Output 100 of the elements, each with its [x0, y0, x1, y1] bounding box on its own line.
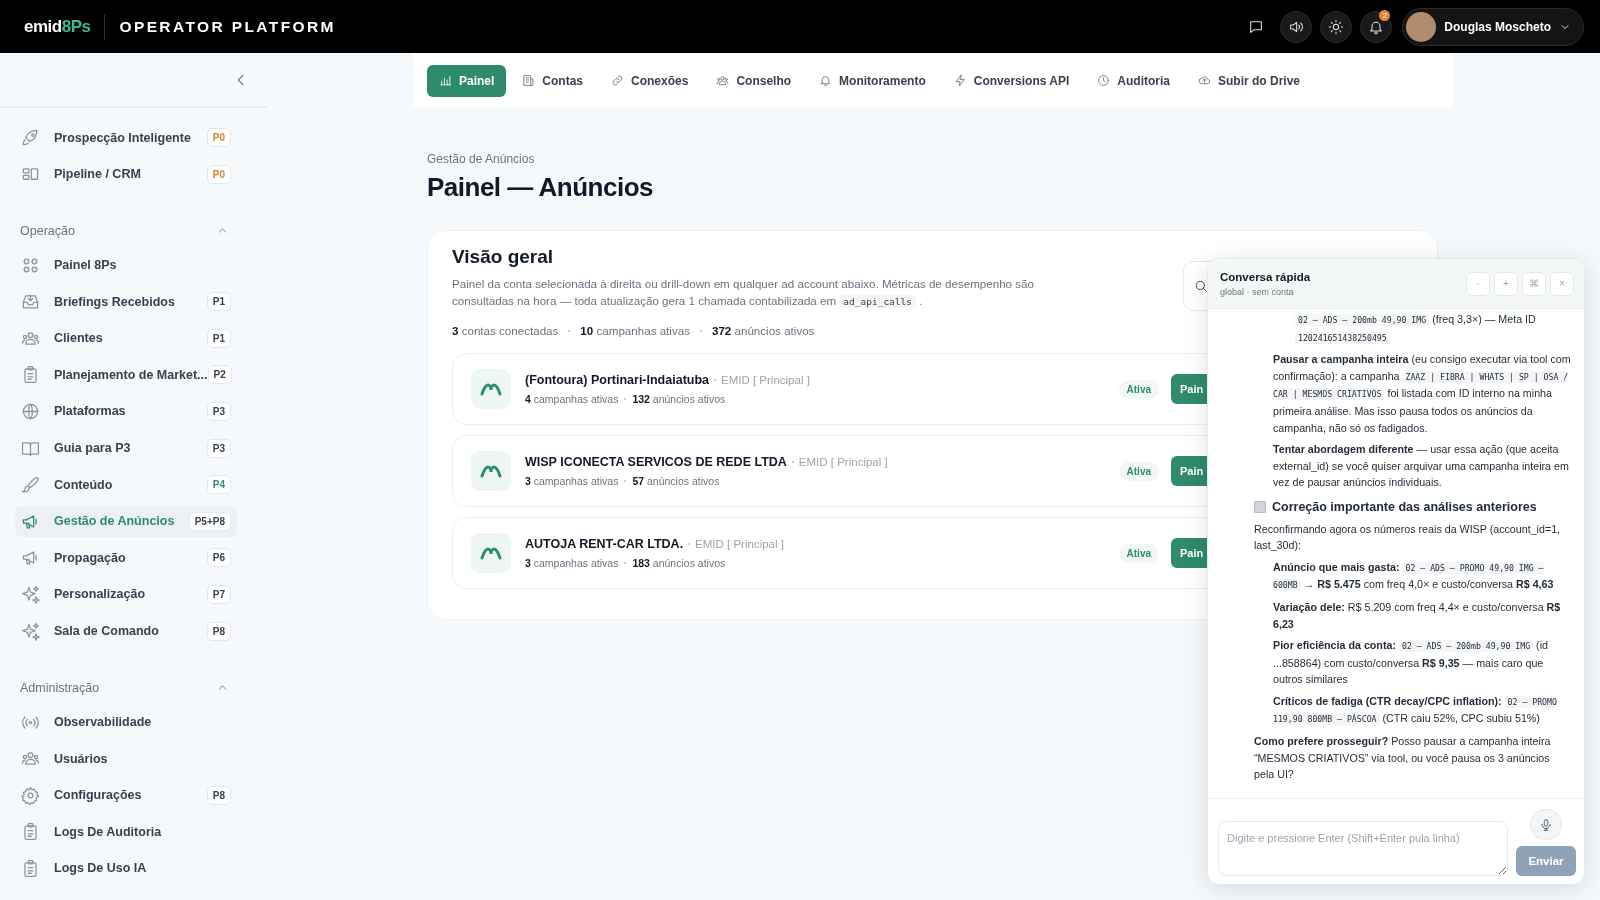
section-heading: Operação [20, 223, 75, 238]
sidebar-item[interactable]: Logs De Auditoria [15, 816, 237, 848]
account-tag: EMID [ Principal ] [695, 538, 784, 550]
link-icon [611, 74, 625, 87]
bolt-icon [953, 74, 967, 87]
campaign-count: 3 campanhas ativas [525, 475, 619, 487]
sidebar-item[interactable]: Personalização P7 [15, 578, 237, 610]
account-tag: EMID [ Principal ] [798, 456, 888, 468]
priority-badge: P3 [206, 401, 231, 421]
tab[interactable]: Conexões [599, 64, 701, 97]
tab[interactable]: Auditoria [1085, 64, 1182, 97]
priority-badge: P0 [206, 128, 231, 147]
sidebar-item[interactable]: Painel 8Ps [15, 249, 237, 281]
rocket-icon [21, 128, 40, 147]
sidebar-item[interactable]: Gestão de Anúncios P5+P8 [15, 505, 237, 537]
stat-text: 10 campanhas ativas [580, 324, 690, 337]
platform-title: OPERATOR PLATFORM [119, 17, 336, 36]
brand-logo: emid8Ps [24, 16, 91, 37]
page-title: Painel — Anúncios [427, 172, 655, 203]
message-text: Como prefere prosseguir? Posso pausar a campanha inteira “MESMOS CRIATIVOS” via tool, ou você pausa os 3 anúncios pela UI? [1254, 734, 1552, 783]
stat-text: 372 anúncios ativos [711, 324, 815, 337]
sparkles-icon [21, 621, 40, 641]
sidebar-item[interactable]: Conteúdo P4 [15, 469, 237, 501]
status-pill: Ativa [1118, 543, 1159, 563]
tab[interactable]: Painel [427, 64, 507, 97]
cloud-upload-icon [1198, 74, 1211, 87]
notebook-icon [1254, 501, 1266, 514]
status-pill: Ativa [1118, 379, 1159, 399]
tab[interactable]: Conselho [704, 64, 804, 97]
chat-title: Conversa rápida [1220, 270, 1312, 283]
arch-logo-icon [471, 533, 511, 573]
priority-badge: P5+P8 [188, 511, 231, 531]
sidebar-item[interactable]: Logs De Uso IA [15, 852, 237, 884]
theme-button[interactable] [1320, 10, 1353, 43]
avatar [1406, 11, 1437, 42]
campaign-count: 3 campanhas ativas [525, 557, 619, 569]
account-name: (Fontoura) Portinari-Indaiatuba [525, 373, 710, 387]
sidebar-item[interactable]: Pipeline / CRM P0 [15, 158, 237, 190]
account-name: AUTOJA RENT-CAR LTDA. [525, 537, 684, 551]
priority-badge: P3 [206, 438, 231, 458]
arch-logo-icon [471, 369, 511, 409]
breadcrumb: Gestão de Anúncios [427, 152, 536, 166]
sparkles-icon [21, 584, 40, 604]
priority-badge: P8 [206, 621, 231, 641]
sidebar-item[interactable]: Guia para P3 P3 [15, 432, 237, 464]
microphone-icon [1539, 817, 1553, 832]
sidebar-item[interactable]: Clientes P1 [15, 322, 237, 354]
clipboard-icon [21, 822, 40, 842]
sidebar-item[interactable]: Planejamento de Market... P2 [15, 359, 237, 391]
sidebar-item[interactable]: Usuários [15, 743, 237, 775]
sidebar-item[interactable]: Prospecção Inteligente P0 [15, 122, 237, 153]
chat-subtitle: global · sem conta [1220, 286, 1295, 297]
stat-text: 3 contas conectadas [452, 324, 559, 337]
sidebar-item[interactable]: Briefings Recebidos P1 [15, 286, 237, 318]
message-text: Pior eficiência da conta: 02 – ADS – 200mb 49,90 IMG (id ...858864) com custo/conversa R$ 9,35 — mais caro que outros similares [1272, 638, 1549, 688]
sidebar-item[interactable]: Sala de Comando P8 [15, 615, 237, 647]
sidebar-item[interactable]: Configurações P8 [15, 779, 237, 811]
ad-count: 132 anúncios ativos [632, 393, 726, 405]
priority-badge: P4 [206, 475, 231, 495]
search-icon [1194, 279, 1208, 293]
status-pill: Ativa [1118, 461, 1159, 481]
settings-icon [21, 785, 40, 805]
arch-logo-icon [471, 451, 511, 491]
message-text: 02 – ADS – 200mb 49,90 IMG (freq 3,3×) — Meta ID 120241651438250495 [1256, 311, 1572, 347]
sidebar-item[interactable]: Propagação P6 [15, 542, 237, 574]
microphone-button[interactable] [1530, 809, 1562, 841]
tab[interactable]: Subir do Drive [1186, 64, 1312, 97]
priority-badge: P1 [206, 292, 231, 312]
priority-badge: P2 [207, 365, 232, 385]
ad-count: 183 anúncios ativos [632, 557, 726, 569]
message-input[interactable]: Digite e pressione Enter (Shift+Enter pula linha) [1218, 821, 1508, 876]
priority-badge: P1 [206, 328, 231, 348]
notification-badge: 2 [1379, 9, 1391, 21]
brush-icon [21, 475, 40, 495]
ad-count: 57 anúncios ativos [632, 475, 720, 487]
clipboard-icon [21, 365, 40, 385]
sun-icon [1328, 18, 1345, 35]
message-text: Críticos de fadiga (CTR decay/CPC inflation): 02 – PROMO 119,90 800MB – PÁSCOA (CTR caiu 52%, CPC subiu 51%) [1272, 693, 1558, 728]
account-tag: EMID [ Principal ] [721, 374, 810, 386]
tab[interactable]: Conversions API [941, 64, 1082, 97]
message-text: Variação dele: R$ 5.209 com freq 4,4× e custo/conversa R$ 6,23 [1272, 599, 1562, 632]
bell-icon [819, 74, 833, 87]
priority-badge: P0 [206, 164, 231, 184]
sidebar-item[interactable]: Observabilidade [15, 706, 237, 738]
globe-icon [21, 401, 40, 421]
priority-badge: P7 [206, 584, 231, 604]
tab[interactable]: Monitoramento [807, 64, 938, 97]
tab[interactable]: Contas [510, 64, 596, 97]
section-heading: Administração [20, 680, 100, 695]
building-icon [522, 74, 536, 87]
sidebar-item[interactable]: Plataformas P3 [15, 395, 237, 427]
user-menu[interactable]: Douglas Moscheto [1402, 7, 1584, 46]
clipboard-icon [21, 858, 40, 878]
users-icon [716, 74, 730, 87]
campaign-count: 4 campanhas ativas [525, 393, 619, 405]
priority-badge: P8 [206, 785, 231, 805]
bar-chart-icon [439, 74, 452, 87]
card-description: Painel da conta selecionada à direita ou drill-down em qualquer ad account abaixo. Métricas de desempenho são consultadas na hora — toda atualização gera 1 chamada contabilizada em ad_api_calls . [452, 276, 1035, 310]
clock-icon [1097, 74, 1111, 87]
sound-button[interactable] [1280, 10, 1313, 43]
